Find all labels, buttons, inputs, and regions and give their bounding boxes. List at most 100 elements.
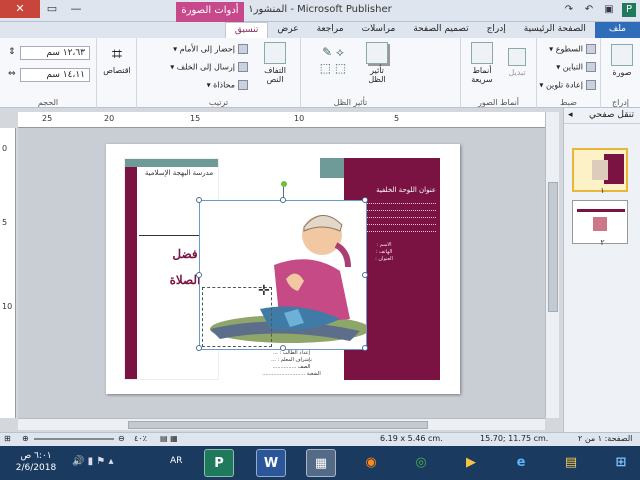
resize-handle-t[interactable] [280, 197, 286, 203]
send-backward-button[interactable]: إرسال إلى الخلف ▾ [170, 62, 248, 72]
teal-corner [320, 158, 344, 178]
page-indicator[interactable]: الصفحة: ١ من ٢ [578, 434, 632, 443]
brochure-page[interactable]: مدرسة البهجة الإسلامية فضل الصلاة إعداد … [106, 144, 460, 394]
chrome-taskbar-icon[interactable]: ◎ [406, 449, 436, 477]
group-adjust: السطوع ▾ التباين ▾ إعادة تلوين ▾ ضبط [536, 38, 600, 108]
zoom-in-icon[interactable]: ⊕ [22, 434, 29, 443]
group-arrange: التفاف النص إحضار إلى الأمام ▾ إرسال إلى… [136, 38, 300, 108]
teal-strip [125, 159, 218, 167]
zoom-level[interactable]: ٤٠٪ [134, 434, 147, 443]
tray-icons[interactable]: 🔊 ▮ ⚑ ▴ [72, 456, 113, 467]
start-button-icon[interactable]: ⊞ [606, 449, 636, 477]
recolor-button[interactable]: إعادة تلوين ▾ [539, 80, 596, 90]
workspace: 25 20 15 10 5 0 5 10 مدرسة البهجة الإسلا… [0, 108, 563, 432]
title-bar: ✕ ▭ — أدوات الصورة المنشور١ - Microsoft … [0, 0, 640, 22]
wrap-text-button[interactable]: التفاف النص [253, 42, 297, 84]
word-taskbar-icon[interactable]: W [256, 449, 286, 477]
page-canvas[interactable]: مدرسة البهجة الإسلامية فضل الصلاة إعداد … [18, 128, 545, 418]
resize-handle-b[interactable] [280, 345, 286, 351]
publisher-taskbar-icon[interactable]: P [204, 449, 234, 477]
zoom-out-icon[interactable]: ⊖ [118, 434, 125, 443]
tab-page-design[interactable]: تصميم الصفحة [404, 22, 477, 38]
align-button[interactable]: محاذاة ▾ [207, 80, 248, 90]
resize-handle-tl[interactable] [196, 197, 202, 203]
quick-styles-button[interactable]: أنماط سريعة [465, 42, 499, 84]
status-bar: ⊞ ⊕ ⊖ ٤٠٪ ▤ ▦ 6.19 x 5.46 cm. 15.70; 11.… [0, 432, 640, 446]
width-field[interactable]: ١٤،١١ سم [20, 68, 90, 82]
bring-forward-icon [238, 44, 248, 54]
tab-review[interactable]: مراجعة [308, 22, 353, 38]
resize-handle-br[interactable] [362, 345, 368, 351]
resize-handle-bl[interactable] [196, 345, 202, 351]
windows-taskbar: ٦:٠١ ص 2/6/2018 🔊 ▮ ⚑ ▴ AR P W ▦ ◉ ◎ ▶ e… [0, 446, 640, 480]
tab-insert[interactable]: إدراج [478, 22, 515, 38]
maroon-strip [125, 159, 137, 379]
media-player-taskbar-icon[interactable]: ▶ [456, 449, 486, 477]
height-field[interactable]: ١٢،٦٣ سم [20, 46, 90, 60]
vertical-scrollbar[interactable] [545, 112, 559, 418]
group-picture-styles: تبديل أنماط سريعة أنماط الصور [460, 38, 536, 108]
undo-icon[interactable]: ↶ [582, 3, 596, 17]
system-clock[interactable]: ٦:٠١ ص 2/6/2018 [6, 450, 66, 474]
group-size: ١٢،٦٣ سم ١٤،١١ سم ⇕ ⇔ الحجم [0, 38, 96, 108]
group-shadow: تأثير الظل ✎ ⟡ ⬚ ⬚ تأثير الظل [300, 38, 400, 108]
tab-mailings[interactable]: مراسلات [353, 22, 405, 38]
school-name[interactable]: مدرسة البهجة الإسلامية [139, 169, 218, 177]
publisher-icon[interactable]: P [622, 3, 636, 17]
change-picture-icon [508, 48, 526, 66]
view-icon[interactable]: ▤ ▦ [160, 434, 178, 443]
quick-access-toolbar: ↷ ↶ ▣ P [562, 3, 636, 17]
quick-styles-icon [471, 42, 493, 64]
resize-handle-tr[interactable] [362, 197, 368, 203]
brightness-icon [586, 44, 596, 54]
tab-home[interactable]: الصفحة الرئيسية [515, 22, 595, 38]
align-icon [238, 80, 248, 90]
brightness-button[interactable]: السطوع ▾ [549, 44, 596, 54]
resize-handle-l[interactable] [196, 272, 202, 278]
group-crop: ⌗ اقتصاص [96, 38, 136, 108]
height-stepper-icon[interactable]: ⇕ [8, 47, 16, 57]
crop-icon: ⌗ [111, 44, 123, 65]
vertical-scroll-thumb[interactable] [548, 182, 558, 312]
language-indicator[interactable]: AR [170, 456, 182, 466]
contact-info[interactable]: الاسم : الهاتف : العنوان : [364, 242, 404, 263]
bring-forward-button[interactable]: إحضار إلى الأمام ▾ [173, 44, 248, 54]
object-size: 6.19 x 5.46 cm. [380, 434, 443, 443]
firefox-taskbar-icon[interactable]: ◉ [356, 449, 386, 477]
ribbon: صورة إدراج السطوع ▾ التباين ▾ إعادة تلوي… [0, 38, 640, 108]
width-stepper-icon[interactable]: ⇔ [8, 69, 16, 79]
horizontal-scrollbar[interactable] [18, 418, 545, 430]
shadow-effects-button[interactable]: تأثير الظل [357, 42, 397, 84]
change-picture-button[interactable]: تبديل [501, 48, 533, 77]
ie-taskbar-icon[interactable]: e [506, 449, 536, 477]
page-navigation-pane: تنقل صفحي ◂ ١ ٢ [563, 108, 640, 432]
rotate-handle[interactable] [281, 181, 287, 187]
horizontal-ruler: 25 20 15 10 5 [18, 112, 545, 128]
fit-page-icon[interactable]: ⊞ [4, 434, 11, 443]
send-backward-icon [238, 62, 248, 72]
chevron-left-icon[interactable]: ◂ [568, 108, 573, 122]
contrast-icon [586, 62, 596, 72]
picture-button[interactable]: صورة [607, 44, 637, 77]
app-taskbar-icon[interactable]: ▦ [306, 449, 336, 477]
crop-button[interactable]: ⌗ اقتصاص [99, 44, 135, 75]
recolor-icon [586, 80, 596, 90]
save-icon[interactable]: ▣ [602, 3, 616, 17]
contrast-button[interactable]: التباين ▾ [556, 62, 596, 72]
move-cursor-icon: ✛ [258, 283, 270, 299]
redo-icon[interactable]: ↷ [562, 3, 576, 17]
resize-handle-r[interactable] [362, 272, 368, 278]
explorer-taskbar-icon[interactable]: ▤ [556, 449, 586, 477]
tab-format[interactable]: تنسيق [224, 22, 269, 38]
horizontal-scroll-thumb[interactable] [128, 421, 428, 429]
ribbon-tabs: ملف الصفحة الرئيسية إدراج تصميم الصفحة م… [0, 22, 640, 38]
tab-view[interactable]: عرض [268, 22, 307, 38]
group-insert: صورة إدراج [600, 38, 640, 108]
tab-file[interactable]: ملف [594, 22, 640, 38]
window-title: المنشور١ - Microsoft Publisher [248, 4, 392, 15]
zoom-slider[interactable] [34, 438, 114, 440]
selected-picture[interactable]: ✛ [196, 181, 370, 351]
nudge-shadow-buttons[interactable]: ✎ ⟡ ⬚ ⬚ [315, 44, 351, 76]
shadow-icon [366, 42, 388, 64]
back-panel-title[interactable]: عنوان اللوحة الخلفية [350, 186, 436, 194]
